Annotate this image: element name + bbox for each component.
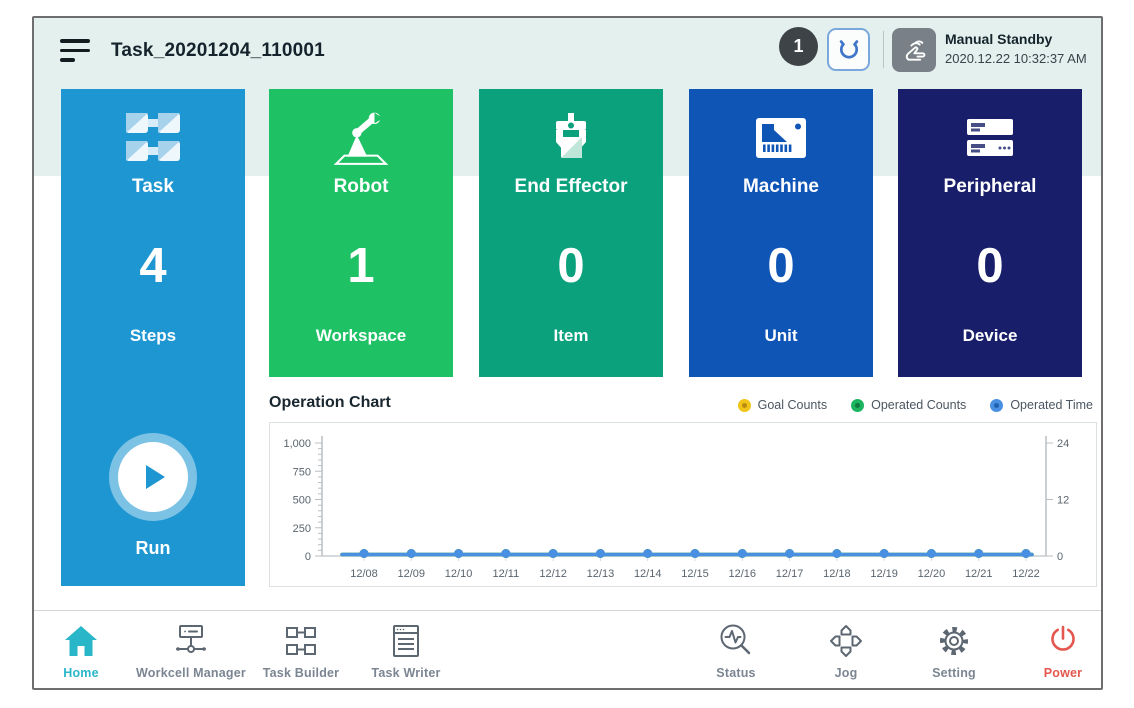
menu-button[interactable] (60, 39, 92, 65)
svg-text:12: 12 (1057, 495, 1069, 507)
page-title: Task_20201204_110001 (111, 40, 325, 62)
svg-text:12/20: 12/20 (918, 568, 946, 580)
card-label: End Effector (479, 176, 663, 198)
nav-label: Power (988, 666, 1134, 680)
card-unit: Workspace (269, 326, 453, 346)
manual-mode-button[interactable] (892, 28, 936, 72)
hand-icon (899, 35, 929, 65)
card-task[interactable]: Task 4 Steps Run (61, 89, 245, 586)
operation-chart: 0 250 500 750 1,000 0 12 24 12/08 12/09 12/10 12/11… (269, 422, 1097, 587)
card-peripheral[interactable]: Peripheral 0 Device (898, 89, 1082, 377)
card-value: 0 (689, 238, 873, 294)
gripper-icon (832, 33, 866, 67)
run-label: Run (61, 538, 245, 559)
play-icon (138, 462, 168, 492)
nav-label: Task Writer (331, 666, 481, 680)
card-label: Machine (689, 176, 873, 198)
svg-text:12/08: 12/08 (350, 568, 378, 580)
card-value: 4 (61, 238, 245, 294)
svg-text:12/15: 12/15 (681, 568, 709, 580)
legend-dot (738, 399, 751, 412)
chart-title: Operation Chart (269, 394, 391, 412)
annotation-badge: 1 (779, 27, 818, 66)
chart-legend: Goal Counts Operated Counts Operated Time (738, 398, 1093, 412)
svg-text:12/18: 12/18 (823, 568, 851, 580)
svg-text:750: 750 (293, 466, 311, 478)
svg-text:12/22: 12/22 (1012, 568, 1040, 580)
card-unit: Item (479, 326, 663, 346)
card-label: Peripheral (898, 176, 1082, 198)
operation-chart-canvas: 0 250 500 750 1,000 0 12 24 12/08 12/09 12/10 12/11… (270, 423, 1096, 586)
legend-label: Operated Time (1010, 398, 1093, 412)
card-unit: Steps (61, 326, 245, 346)
legend-dot (990, 399, 1003, 412)
machine-icon (689, 109, 873, 167)
card-label: Robot (269, 176, 453, 198)
legend-dot (851, 399, 864, 412)
card-value: 0 (898, 238, 1082, 294)
legend-item: Goal Counts (738, 398, 827, 412)
svg-text:0: 0 (1057, 551, 1063, 563)
svg-text:12/09: 12/09 (398, 568, 426, 580)
card-label: Task (61, 176, 245, 198)
end-effector-icon (479, 109, 663, 167)
svg-text:500: 500 (293, 495, 311, 507)
svg-text:1,000: 1,000 (283, 438, 311, 450)
peripheral-icon (898, 109, 1082, 167)
card-machine[interactable]: Machine 0 Unit (689, 89, 873, 377)
task-writer-icon (331, 619, 481, 661)
svg-text:12/16: 12/16 (729, 568, 757, 580)
svg-text:12/13: 12/13 (587, 568, 615, 580)
robot-icon (269, 109, 453, 167)
header-divider (883, 31, 884, 68)
gripper-toggle-button[interactable] (827, 28, 870, 71)
card-end-effector[interactable]: End Effector 0 Item (479, 89, 663, 377)
svg-text:12/11: 12/11 (492, 568, 519, 580)
svg-text:12/19: 12/19 (870, 568, 898, 580)
run-button-circle (118, 442, 188, 512)
card-value: 0 (479, 238, 663, 294)
card-unit: Unit (689, 326, 873, 346)
svg-text:12/10: 12/10 (445, 568, 473, 580)
legend-label: Goal Counts (758, 398, 827, 412)
svg-text:12/17: 12/17 (776, 568, 804, 580)
mode-title: Manual Standby (945, 31, 1087, 47)
task-icon (61, 109, 245, 167)
svg-text:24: 24 (1057, 438, 1069, 450)
power-icon (988, 619, 1134, 661)
app-window: Task_20201204_110001 1 Manual Standby 20… (32, 16, 1103, 690)
robot-mode-status: Manual Standby 2020.12.22 10:32:37 AM (945, 31, 1087, 66)
card-value: 1 (269, 238, 453, 294)
legend-item: Operated Time (990, 398, 1093, 412)
svg-text:12/12: 12/12 (539, 568, 567, 580)
svg-text:0: 0 (305, 551, 311, 563)
card-robot[interactable]: Robot 1 Workspace (269, 89, 453, 377)
nav-power[interactable]: Power (988, 619, 1134, 680)
svg-text:12/21: 12/21 (965, 568, 993, 580)
legend-label: Operated Counts (871, 398, 966, 412)
card-unit: Device (898, 326, 1082, 346)
svg-text:12/14: 12/14 (634, 568, 662, 580)
nav-divider (34, 610, 1101, 611)
legend-item: Operated Counts (851, 398, 966, 412)
mode-datetime: 2020.12.22 10:32:37 AM (945, 51, 1087, 66)
nav-task-writer[interactable]: Task Writer (331, 619, 481, 680)
run-button[interactable] (109, 433, 197, 521)
svg-text:250: 250 (293, 523, 311, 535)
